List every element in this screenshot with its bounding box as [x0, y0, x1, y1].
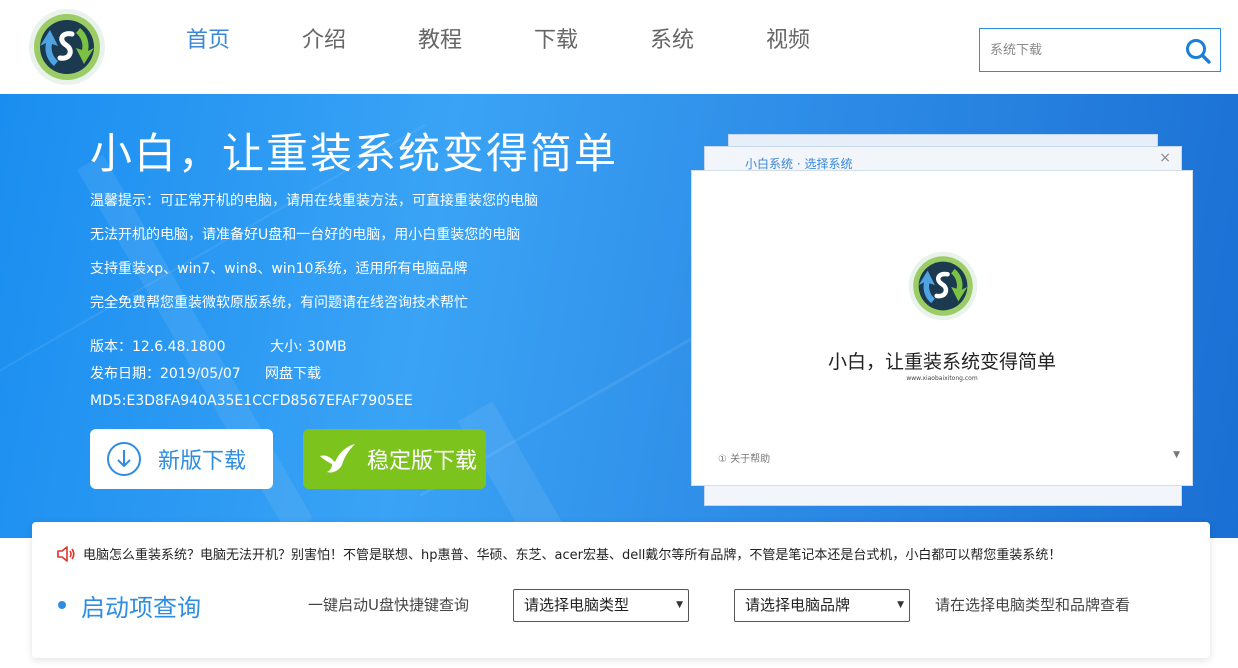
stable-download-button[interactable]: 稳定版下载 [303, 429, 486, 489]
bird-icon [320, 444, 355, 473]
nav-tutorial[interactable]: 教程 [382, 0, 498, 82]
chevron-down-icon: ▼ [1173, 450, 1180, 460]
site-header: 首页 介绍 教程 下载 系统 视频 [0, 0, 1238, 94]
tip-item: 温馨提示：可正常开机的电脑，请用在线重装方法，可直接重装您的电脑 [90, 193, 538, 209]
nav-home[interactable]: 首页 [150, 0, 266, 82]
size-text: 大小: 30MB [270, 339, 347, 355]
dropdown-arrow-icon: ▼ [897, 600, 904, 610]
search-box [979, 28, 1221, 72]
release-date: 发布日期：2019/05/07 [90, 366, 241, 382]
notice-text: 电脑怎么重装系统？电脑无法开机？别害怕！不管是联想、hp惠普、华硕、东芝、ace… [83, 548, 1062, 563]
mockup-footer: ① 关于帮助 ▼ [691, 450, 1193, 486]
hero-banner: 小白，让重装系统变得简单 温馨提示：可正常开机的电脑，请用在线重装方法，可直接重… [0, 94, 1238, 538]
app-logo-icon [908, 251, 978, 321]
tip-item: 支持重装xp、win7、win8、win10系统，适用所有电脑品牌 [90, 261, 468, 277]
nav-intro[interactable]: 介绍 [266, 0, 382, 82]
md5-text: MD5:E3D8FA940A35E1CCFD8567EFAF7905EE [90, 393, 413, 409]
stable-download-label: 稳定版下载 [367, 449, 478, 474]
speaker-icon [57, 545, 75, 562]
boot-query-title: 启动项查询 [81, 594, 201, 622]
computer-brand-value: 请选择电脑品牌 [745, 596, 851, 614]
new-download-label: 新版下载 [158, 449, 247, 474]
nav-video[interactable]: 视频 [730, 0, 846, 82]
app-url: www.xiaobaixitong.com [906, 375, 978, 382]
bullet-dot [58, 601, 66, 609]
tip-item: 完全免费帮您重装微软原版系统，有问题请在线咨询技术帮忙 [90, 295, 468, 311]
version-info: 版本：12.6.48.1800 大小: 30MB 发布日期：2019/05/07 网… [90, 337, 413, 418]
version-text: 版本：12.6.48.1800 [90, 339, 226, 355]
download-icon [107, 442, 141, 476]
search-icon[interactable] [1184, 37, 1212, 65]
computer-type-select[interactable]: 请选择电脑类型 ▼ [513, 589, 689, 622]
new-download-button[interactable]: 新版下载 [90, 429, 273, 489]
nav-download[interactable]: 下载 [498, 0, 614, 82]
mockup-splash-window: 小白，让重装系统变得简单 www.xiaobaixitong.com [691, 170, 1193, 452]
computer-type-value: 请选择电脑类型 [524, 596, 630, 614]
dropdown-arrow-icon: ▼ [676, 600, 683, 610]
close-icon: × [1159, 150, 1171, 166]
hotkey-label: 一键启动U盘快捷键查询 [308, 596, 469, 614]
search-input[interactable] [980, 29, 1176, 71]
tips-list: 温馨提示：可正常开机的电脑，请用在线重装方法，可直接重装您的电脑 无法开机的电脑… [90, 191, 538, 327]
main-nav: 首页 介绍 教程 下载 系统 视频 [150, 0, 846, 82]
hero-title: 小白，让重装系统变得简单 [90, 129, 619, 178]
tip-item: 无法开机的电脑，请准备好U盘和一台好的电脑，用小白重装您的电脑 [90, 227, 521, 243]
query-hint: 请在选择电脑类型和品牌查看 [935, 596, 1131, 614]
notice-bar: 电脑怎么重装系统？电脑无法开机？别害怕！不管是联想、hp惠普、华硕、东芝、ace… [56, 544, 1061, 563]
xiaobai-logo[interactable] [26, 6, 108, 88]
mockup-footer-text: ① 关于帮助 [718, 454, 771, 465]
app-name: 小白，让重装系统变得简单 [827, 351, 1056, 373]
nav-system[interactable]: 系统 [614, 0, 730, 82]
info-card: 电脑怎么重装系统？电脑无法开机？别害怕！不管是联想、hp惠普、华硕、东芝、ace… [32, 522, 1210, 658]
computer-brand-select[interactable]: 请选择电脑品牌 ▼ [734, 589, 910, 622]
netdisk-link[interactable]: 网盘下载 [265, 364, 321, 384]
